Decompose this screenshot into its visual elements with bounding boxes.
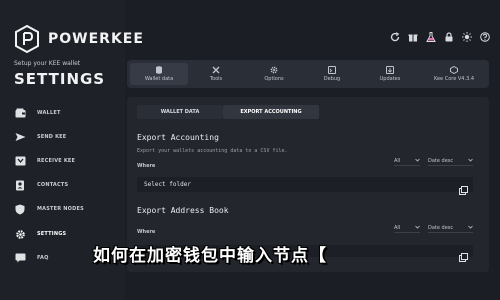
chevron-down-icon (415, 158, 420, 164)
powerkee-logo-icon (14, 24, 40, 54)
settings-tabbar: Wallet data Tools Options Debug Updates … (127, 60, 489, 88)
core-icon (450, 66, 458, 74)
export-accounting-title: Export Accounting (137, 133, 219, 142)
faq-icon (14, 252, 26, 264)
export-accounting-description: Export your wallets accounting data to a… (137, 148, 288, 154)
send-icon (14, 131, 26, 143)
top-toolbar (389, 31, 490, 42)
overlay-caption: 如何在加密钱包中输入节点【 (93, 246, 327, 266)
tab-kee-core[interactable]: Kee Core V4.3.4 (425, 63, 483, 85)
tools-icon (212, 66, 220, 74)
filter-select[interactable]: All (394, 156, 420, 166)
gear-icon (14, 228, 26, 240)
chevron-down-icon (415, 225, 420, 231)
tab-wallet-data[interactable]: Wallet data (130, 63, 188, 85)
sidebar-item-settings[interactable]: SETTINGS (14, 227, 66, 241)
chevron-down-icon (468, 225, 473, 231)
gift-icon[interactable] (407, 31, 418, 42)
sidebar-item-label: FAQ (37, 255, 49, 261)
tab-options[interactable]: Options (245, 63, 303, 85)
subtab-wallet-data[interactable]: WALLET DATA (137, 105, 223, 119)
sidebar-item-label: SEND KEE (37, 134, 67, 140)
refresh-icon[interactable] (389, 31, 400, 42)
sort-select-value: Date desc (428, 224, 454, 231)
sidebar-item-label: SETTINGS (37, 231, 67, 237)
page-title: SETTINGS (14, 70, 106, 88)
sidebar-item-send-kee[interactable]: SEND KEE (14, 130, 66, 144)
sidebar-item-label: MASTER NODES (37, 206, 84, 212)
export-address-book-title: Export Address Book (137, 206, 229, 215)
copy-icon[interactable] (459, 180, 468, 195)
sidebar-item-receive-kee[interactable]: RECEIVE KEE (14, 154, 75, 168)
tab-label: Updates (379, 76, 401, 82)
filter-select-value: All (394, 157, 401, 164)
tab-label: Wallet data (144, 76, 174, 82)
sidebar-item-wallet[interactable]: WALLET (14, 106, 61, 120)
flask-icon[interactable] (425, 31, 436, 42)
filter-select[interactable]: All (394, 223, 420, 233)
tab-label: Kee Core V4.3.4 (433, 76, 475, 82)
help-icon[interactable] (479, 31, 490, 42)
sidebar-item-label: CONTACTS (37, 182, 69, 188)
sidebar-item-contacts[interactable]: CONTACTS (14, 178, 68, 192)
tab-label: Tools (209, 76, 223, 82)
tab-label: Options (264, 76, 284, 82)
sidebar-item-master-nodes[interactable]: MASTER NODES (14, 202, 84, 216)
lock-icon[interactable] (443, 31, 454, 42)
receive-icon (14, 155, 26, 167)
sidebar-item-label: WALLET (37, 110, 61, 116)
sidebar-item-label: RECEIVE KEE (37, 158, 76, 164)
sort-select[interactable]: Date desc (428, 156, 473, 166)
sort-select-value: Date desc (428, 157, 454, 164)
brand-name: POWERKEE (48, 31, 144, 47)
tab-updates[interactable]: Updates (361, 63, 419, 85)
shield-icon (14, 203, 26, 215)
where-label: Where (137, 229, 156, 235)
chevron-down-icon (468, 158, 473, 164)
filter-select-value: All (394, 224, 401, 231)
copy-icon[interactable] (459, 247, 468, 262)
select-folder-field[interactable]: Select folder (137, 177, 473, 195)
brand: POWERKEE (14, 24, 144, 54)
options-icon (270, 66, 278, 74)
subtab-export-accounting[interactable]: EXPORT ACCOUNTING (223, 105, 319, 119)
database-icon (155, 66, 163, 74)
contacts-icon (14, 179, 26, 191)
brand-subtitle: Setup your KEE wallet (14, 60, 81, 67)
updates-icon (386, 66, 394, 74)
where-label: Where (137, 163, 156, 169)
debug-icon (328, 66, 336, 74)
tab-label: Debug (323, 76, 341, 82)
sidebar-item-faq[interactable]: FAQ (14, 251, 49, 265)
tab-tools[interactable]: Tools (187, 63, 245, 85)
sun-icon[interactable] (461, 31, 472, 42)
wallet-icon (14, 107, 26, 119)
sort-select[interactable]: Date desc (428, 223, 473, 233)
panel-subtabs: WALLET DATA EXPORT ACCOUNTING (137, 105, 319, 119)
tab-debug[interactable]: Debug (303, 63, 361, 85)
select-folder-label: Select folder (144, 181, 191, 188)
